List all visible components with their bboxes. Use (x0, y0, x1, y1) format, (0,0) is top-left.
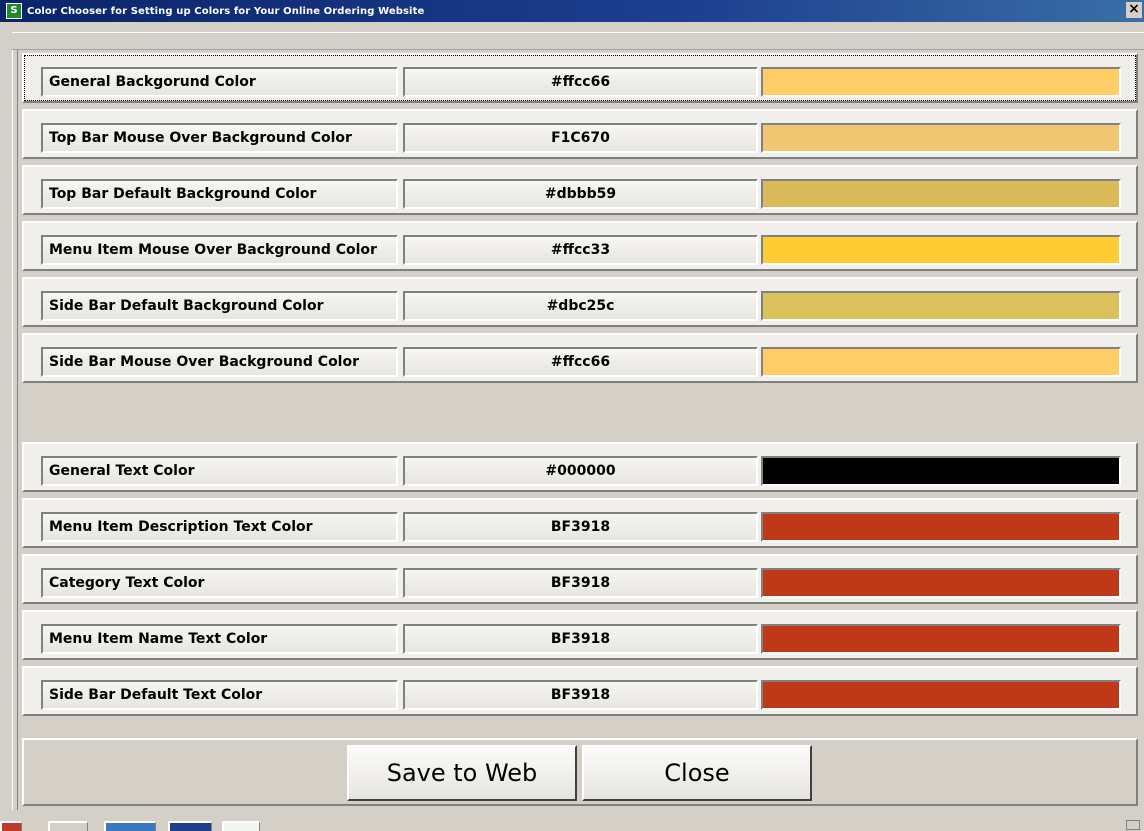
color-swatch[interactable] (761, 512, 1121, 542)
color-value-field[interactable]: #dbc25c (403, 291, 758, 321)
color-swatch[interactable] (761, 67, 1121, 97)
taskbar-app-icon[interactable] (168, 821, 212, 831)
color-row-general-text[interactable]: General Text Color #000000 (22, 442, 1138, 492)
color-value-field[interactable]: #000000 (403, 456, 758, 486)
close-button[interactable]: Close (582, 745, 812, 801)
color-swatch[interactable] (761, 624, 1121, 654)
taskbar-strip (0, 818, 1144, 831)
color-label: Side Bar Default Text Color (41, 680, 398, 710)
color-label: Top Bar Mouse Over Background Color (41, 123, 398, 153)
color-swatch[interactable] (761, 291, 1121, 321)
color-row-side-bar-default-text[interactable]: Side Bar Default Text Color BF3918 (22, 666, 1138, 716)
color-row-side-bar-default[interactable]: Side Bar Default Background Color #dbc25… (22, 277, 1138, 327)
title-bar: S Color Chooser for Setting up Colors fo… (0, 0, 1144, 22)
taskbar-app-icon[interactable] (0, 821, 22, 831)
save-to-web-button[interactable]: Save to Web (347, 745, 577, 801)
color-swatch[interactable] (761, 179, 1121, 209)
color-row-top-bar-default[interactable]: Top Bar Default Background Color #dbbb59 (22, 165, 1138, 215)
color-swatch[interactable] (761, 123, 1121, 153)
color-label: Menu Item Name Text Color (41, 624, 398, 654)
color-row-general-background[interactable]: General Backgorund Color #ffcc66 (22, 53, 1138, 103)
app-logo-icon: S (6, 3, 22, 19)
color-swatch[interactable] (761, 456, 1121, 486)
color-label: Menu Item Mouse Over Background Color (41, 235, 398, 265)
color-swatch[interactable] (761, 568, 1121, 598)
color-swatch[interactable] (761, 680, 1121, 710)
color-label: Category Text Color (41, 568, 398, 598)
color-value-field[interactable]: #ffcc66 (403, 347, 758, 377)
color-value-field[interactable]: #ffcc66 (403, 67, 758, 97)
window-title: Color Chooser for Setting up Colors for … (27, 5, 425, 17)
color-value-field[interactable]: F1C670 (403, 123, 758, 153)
close-window-icon[interactable]: × (1126, 2, 1142, 18)
taskbar-app-icon[interactable] (104, 821, 156, 831)
color-label: General Backgorund Color (41, 67, 398, 97)
color-value-field[interactable]: BF3918 (403, 624, 758, 654)
color-value-field[interactable]: BF3918 (403, 512, 758, 542)
status-indicator (1126, 820, 1140, 830)
taskbar-app-icon[interactable] (222, 821, 260, 831)
color-value-field[interactable]: #ffcc33 (403, 235, 758, 265)
color-label: Top Bar Default Background Color (41, 179, 398, 209)
color-row-top-bar-mouse-over[interactable]: Top Bar Mouse Over Background Color F1C6… (22, 109, 1138, 159)
color-value-field[interactable]: #dbbb59 (403, 179, 758, 209)
color-swatch[interactable] (761, 235, 1121, 265)
footer-button-bar: Save to Web Close (22, 738, 1138, 806)
color-value-field[interactable]: BF3918 (403, 568, 758, 598)
frame-left-edge (12, 50, 18, 810)
color-row-side-bar-mouse-over[interactable]: Side Bar Mouse Over Background Color #ff… (22, 333, 1138, 383)
color-row-menu-item-mouse-over[interactable]: Menu Item Mouse Over Background Color #f… (22, 221, 1138, 271)
color-label: Side Bar Mouse Over Background Color (41, 347, 398, 377)
color-row-menu-item-description-text[interactable]: Menu Item Description Text Color BF3918 (22, 498, 1138, 548)
taskbar-app-icon[interactable] (48, 821, 88, 831)
color-label: Side Bar Default Background Color (41, 291, 398, 321)
color-swatch[interactable] (761, 347, 1121, 377)
color-value-field[interactable]: BF3918 (403, 680, 758, 710)
color-label: Menu Item Description Text Color (41, 512, 398, 542)
color-label: General Text Color (41, 456, 398, 486)
color-row-category-text[interactable]: Category Text Color BF3918 (22, 554, 1138, 604)
menu-strip (12, 32, 1144, 50)
color-chooser-window: S Color Chooser for Setting up Colors fo… (0, 0, 1144, 831)
color-row-menu-item-name-text[interactable]: Menu Item Name Text Color BF3918 (22, 610, 1138, 660)
